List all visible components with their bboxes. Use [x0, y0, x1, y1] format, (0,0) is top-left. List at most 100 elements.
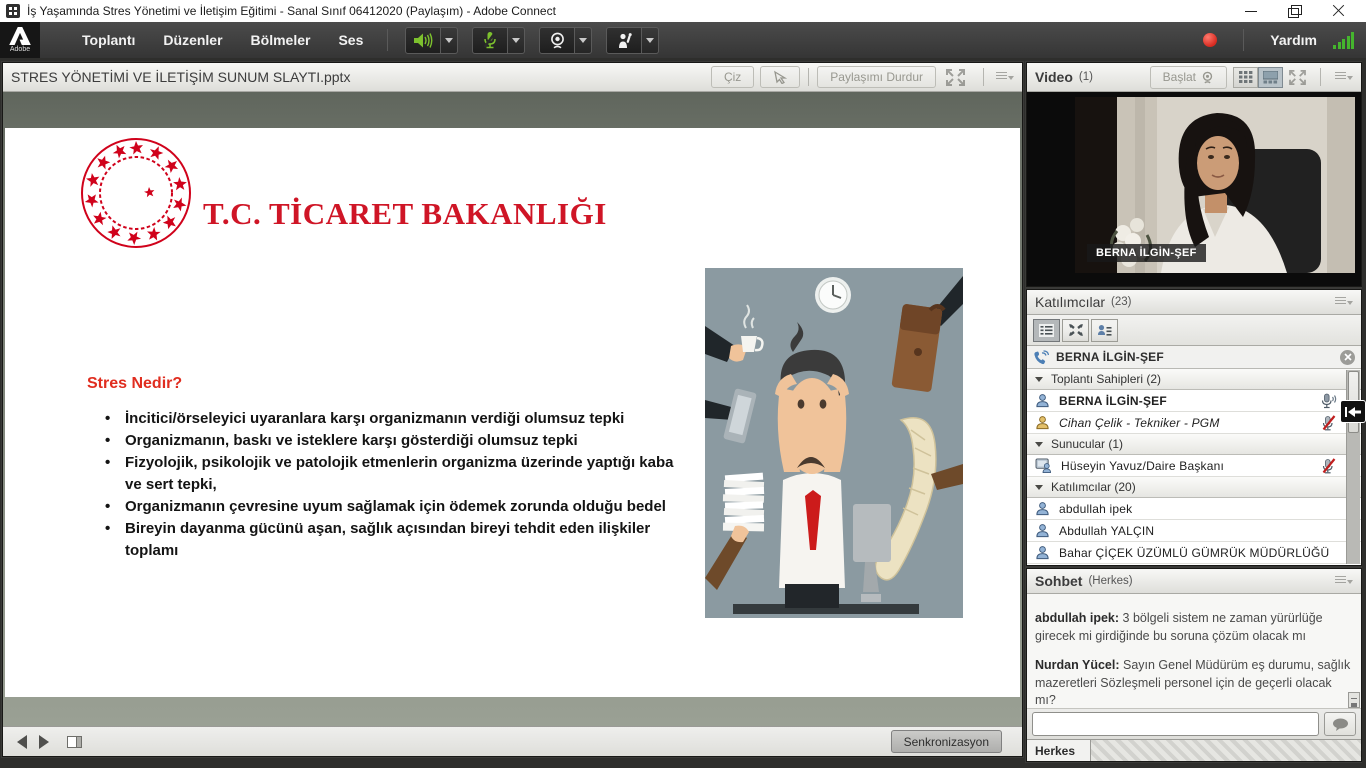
chat-input[interactable]	[1032, 712, 1319, 736]
close-icon[interactable]	[1340, 350, 1355, 365]
pointer-tool-button[interactable]	[760, 66, 800, 88]
pod-options-icon[interactable]	[1335, 574, 1353, 588]
restore-button[interactable]	[1288, 5, 1302, 17]
bullet-item: İncitici/örseleyici uyaranlara karşı org…	[103, 408, 689, 430]
stop-sharing-button[interactable]: Paylaşımı Durdur	[817, 66, 936, 88]
user-icon	[1035, 501, 1050, 516]
share-footer: Senkronizasyon	[3, 726, 1022, 756]
bullet-list: İncitici/örseleyici uyaranlara karşı org…	[103, 408, 689, 562]
chat-author: Nurdan Yücel	[1035, 658, 1123, 672]
menu-toplanti[interactable]: Toplantı	[68, 22, 149, 58]
participant-name: Cihan Çelik - Tekniker - PGM	[1059, 416, 1220, 430]
list-view-icon	[1039, 324, 1054, 337]
attendee-status-view-button[interactable]	[1091, 319, 1118, 342]
pod-options-icon[interactable]	[1335, 70, 1353, 84]
send-message-button[interactable]	[1324, 712, 1356, 736]
participant-list: Toplantı Sahipleri (2) BERNA İLGİN-ŞEF	[1027, 369, 1361, 565]
speaker-button[interactable]	[405, 27, 441, 54]
help-menu[interactable]: Yardım	[1270, 32, 1317, 48]
close-button[interactable]	[1332, 5, 1346, 17]
participants-toolbar	[1027, 315, 1361, 346]
chat-scope: (Herkes)	[1088, 575, 1132, 587]
bullet-item: Organizmanın çevresine uyum sağlamak içi…	[103, 496, 689, 518]
webcam-button[interactable]	[539, 27, 575, 54]
sync-button[interactable]: Senkronizasyon	[891, 730, 1002, 753]
host-user-icon	[1035, 415, 1050, 430]
raise-hand-icon	[615, 32, 633, 49]
slide: T.C. TİCARET BAKANLIĞI Stres Nedir? İnci…	[5, 128, 1020, 697]
filmstrip-view-icon	[1263, 71, 1278, 84]
pod-options-icon[interactable]	[996, 70, 1014, 84]
divider	[1320, 68, 1321, 86]
group-header-presenters[interactable]: Sunucular (1)	[1027, 434, 1361, 455]
window-title: İş Yaşamında Stres Yönetimi ve İletişim …	[27, 4, 556, 18]
video-pod: Video (1) Başlat	[1026, 62, 1362, 287]
next-slide-button[interactable]	[39, 735, 49, 749]
app-icon	[6, 4, 20, 18]
tab-everyone[interactable]: Herkes	[1027, 740, 1091, 761]
grid-view-button[interactable]	[1233, 67, 1258, 88]
start-webcam-button[interactable]: Başlat	[1150, 66, 1227, 89]
microphone-dropdown[interactable]	[508, 27, 525, 54]
menu-bolmeler[interactable]: Bölmeler	[237, 22, 325, 58]
participant-row[interactable]: BERNA İLGİN-ŞEF	[1027, 390, 1361, 412]
webcam-name-label: BERNA İLGİN-ŞEF	[1087, 244, 1206, 262]
chat-author: abdullah ipek	[1035, 611, 1123, 625]
filmstrip-view-button[interactable]	[1258, 67, 1283, 88]
participant-row[interactable]: Abdullah YALÇIN	[1027, 520, 1361, 542]
stress-illustration	[705, 268, 963, 618]
menu-ses[interactable]: Ses	[324, 22, 377, 58]
host-user-icon	[1035, 393, 1050, 408]
participants-pod-title: Katılımcılar	[1035, 294, 1105, 310]
presentation-stage: T.C. TİCARET BAKANLIĞI Stres Nedir? İnci…	[3, 92, 1022, 726]
speaker-dropdown[interactable]	[441, 27, 458, 54]
participant-name: abdullah ipek	[1059, 502, 1132, 516]
participant-row[interactable]: Cihan Çelik - Tekniker - PGM	[1027, 412, 1361, 434]
webcam-dropdown[interactable]	[575, 27, 592, 54]
video-pod-header: Video (1) Başlat	[1027, 63, 1361, 92]
collapse-triangle-icon	[1035, 377, 1043, 382]
sidebar-toggle-icon[interactable]	[67, 736, 82, 748]
active-speaker-row: BERNA İLGİN-ŞEF	[1027, 346, 1361, 369]
chat-message: Nurdan YücelSayın Genel Müdürüm eş durum…	[1035, 657, 1351, 709]
previous-slide-button[interactable]	[17, 735, 27, 749]
chat-input-row	[1027, 709, 1361, 739]
chevron-down-icon	[646, 38, 654, 43]
microphone-button[interactable]	[472, 27, 508, 54]
fullscreen-icon[interactable]	[946, 69, 965, 86]
participant-row[interactable]: abdullah ipek	[1027, 498, 1361, 520]
list-view-button[interactable]	[1033, 319, 1060, 342]
titlebar: İş Yaşamında Stres Yönetimi ve İletişim …	[0, 0, 1366, 22]
divider	[387, 29, 388, 51]
collapse-triangle-icon	[1035, 485, 1043, 490]
participant-row[interactable]: Hüseyin Yavuz/Daire Başkanı	[1027, 455, 1361, 477]
participants-pod: Katılımcılar (23)	[1026, 289, 1362, 566]
shared-file-name: STRES YÖNETİMİ VE İLETİŞİM SUNUM SLAYTI.…	[11, 69, 350, 85]
raise-hand-button[interactable]	[606, 27, 642, 54]
participants-pod-header: Katılımcılar (23)	[1027, 290, 1361, 315]
menu-duzenler[interactable]: Düzenler	[149, 22, 236, 58]
participant-name: BERNA İLGİN-ŞEF	[1059, 394, 1167, 408]
chevron-down-icon	[445, 38, 453, 43]
raise-hand-dropdown[interactable]	[642, 27, 659, 54]
webcam-icon	[549, 32, 566, 49]
mic-live-icon	[1320, 393, 1337, 409]
minimize-button[interactable]	[1244, 5, 1258, 17]
chat-scrollbar[interactable]	[1348, 692, 1360, 708]
share-pod-header: STRES YÖNETİMİ VE İLETİŞİM SUNUM SLAYTI.…	[3, 63, 1022, 92]
ministry-emblem-icon	[79, 136, 193, 250]
participant-row[interactable]: Bahar ÇİÇEK ÜZÜMLÜ GÜMRÜK MÜDÜRLÜĞÜ	[1027, 542, 1361, 564]
pointer-arrow-icon	[773, 70, 787, 84]
fullscreen-icon[interactable]	[1289, 70, 1306, 85]
video-pod-title: Video	[1035, 69, 1073, 85]
pod-options-icon[interactable]	[1335, 295, 1353, 309]
grid-view-icon	[1239, 71, 1253, 83]
draw-button[interactable]: Çiz	[711, 66, 754, 88]
chat-pod-title: Sohbet	[1035, 573, 1082, 589]
group-header-attendees[interactable]: Katılımcılar (20)	[1027, 477, 1361, 498]
participant-name: Hüseyin Yavuz/Daire Başkanı	[1061, 459, 1224, 473]
participant-name: Abdullah YALÇIN	[1059, 524, 1154, 538]
group-header-hosts[interactable]: Toplantı Sahipleri (2)	[1027, 369, 1361, 390]
breakout-view-button[interactable]	[1062, 319, 1089, 342]
chat-tab-bar: Herkes	[1027, 739, 1361, 761]
